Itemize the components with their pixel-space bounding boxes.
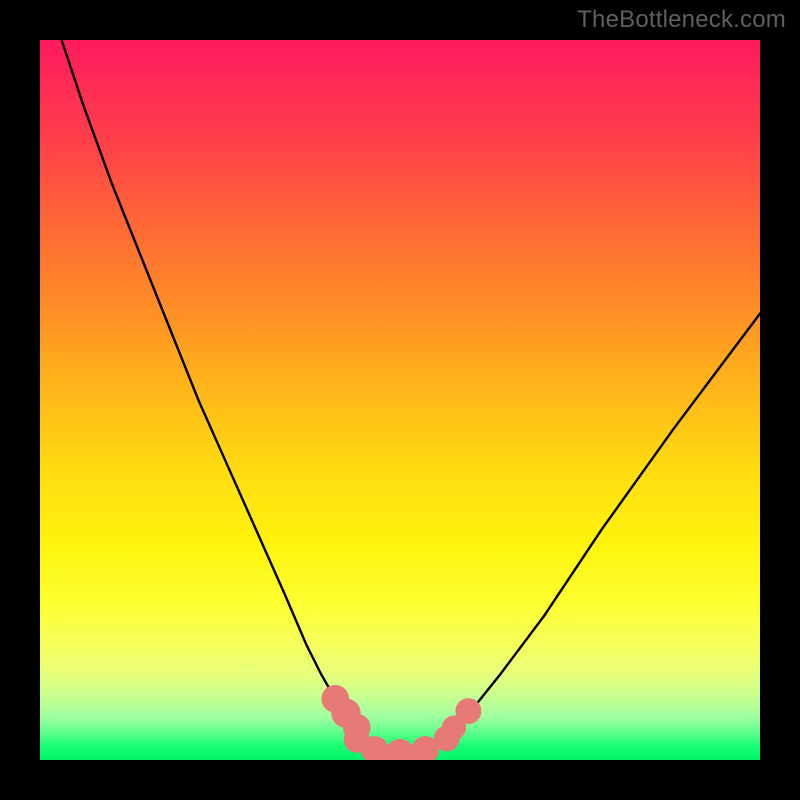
plot-area	[40, 40, 760, 760]
series-layer	[40, 40, 760, 760]
chart-frame: TheBottleneck.com	[0, 0, 800, 800]
watermark-text: TheBottleneck.com	[577, 6, 786, 34]
curve-markers	[321, 685, 481, 760]
curve-marker	[455, 698, 481, 724]
bottleneck-curve	[62, 40, 760, 753]
curve-marker	[386, 739, 414, 760]
